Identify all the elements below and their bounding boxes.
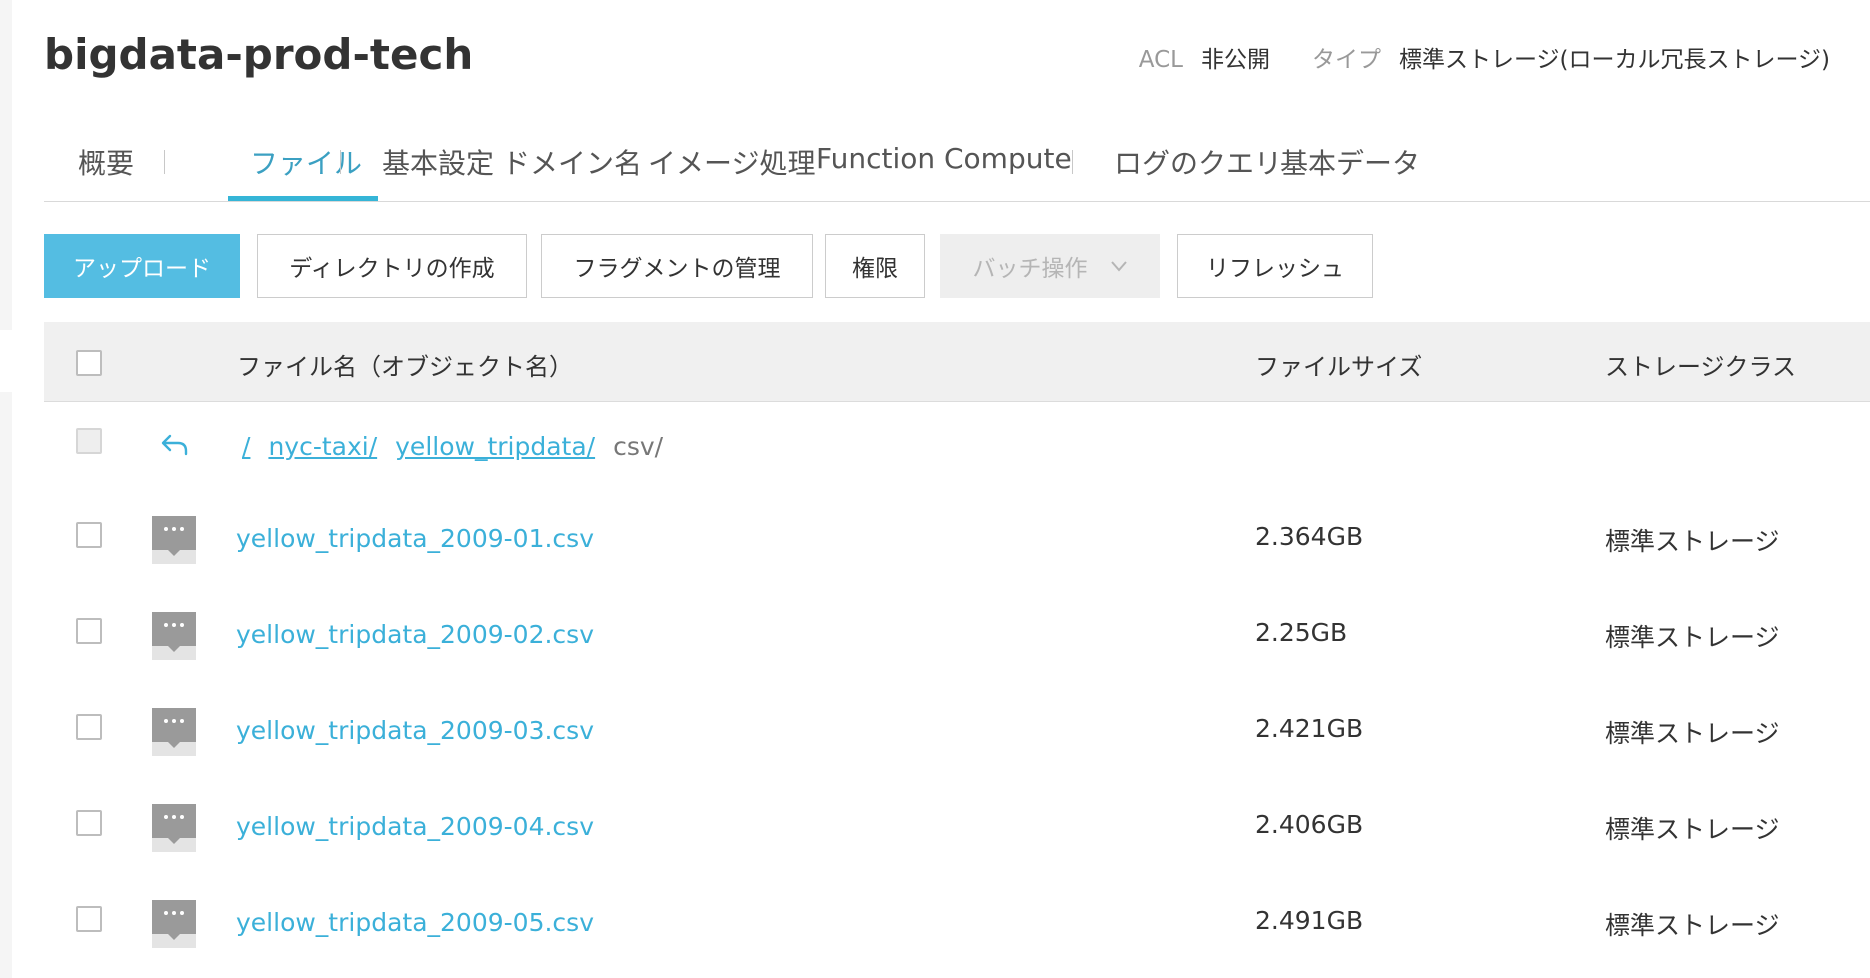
active-tab-indicator [228,196,378,201]
breadcrumb-current: csv/ [613,432,664,461]
file-size: 2.364GB [1255,522,1364,551]
tab-domain-names[interactable]: ドメイン名 [502,142,642,182]
table-row: yellow_tripdata_2009-05.csv 2.491GB 標準スト… [44,872,1870,968]
table-header: ファイル名（オブジェクト名） ファイルサイズ ストレージクラス [44,322,1870,402]
breadcrumb-nyc-taxi[interactable]: nyc-taxi/ [268,432,377,461]
file-icon [152,516,196,564]
row-checkbox[interactable] [76,810,102,836]
file-size: 2.421GB [1255,714,1364,743]
permissions-button[interactable]: 権限 [825,234,925,298]
upload-button[interactable]: アップロード [44,234,240,298]
chevron-down-icon [1110,261,1127,272]
tab-function-compute[interactable]: Function Compute [816,142,1072,175]
file-name-link[interactable]: yellow_tripdata_2009-03.csv [236,716,594,745]
manage-fragments-button[interactable]: フラグメントの管理 [541,234,813,298]
tab-basic-settings[interactable]: 基本設定 [382,142,494,182]
tab-overview[interactable]: 概要 [78,142,134,182]
storage-class: 標準ストレージ [1605,911,1780,940]
column-header-size: ファイルサイズ [1255,353,1423,381]
bucket-title: bigdata-prod-tech [44,30,474,79]
table-row: yellow_tripdata_2009-02.csv 2.25GB 標準ストレ… [44,584,1870,680]
path-row: / nyc-taxi/ yellow_tripdata/ csv/ [44,402,1870,488]
file-size: 2.406GB [1255,810,1364,839]
breadcrumb-yellow-tripdata[interactable]: yellow_tripdata/ [395,432,595,461]
acl-label: ACL [1138,47,1183,73]
table-row: yellow_tripdata_2009-03.csv 2.421GB 標準スト… [44,680,1870,776]
file-name-link[interactable]: yellow_tripdata_2009-05.csv [236,908,594,937]
type-label: タイプ [1311,47,1381,73]
tab-bar: 概要 ファイル 基本設定 ドメイン名 イメージ処理 Function Compu… [44,130,1870,202]
page-header: bigdata-prod-tech ACL 非公開 タイプ 標準ストレージ(ロー… [44,0,1870,110]
file-name-link[interactable]: yellow_tripdata_2009-04.csv [236,812,594,841]
column-header-name: ファイル名（オブジェクト名） [237,353,573,381]
file-size: 2.491GB [1255,906,1364,935]
file-table: ファイル名（オブジェクト名） ファイルサイズ ストレージクラス / nyc-ta… [44,322,1870,968]
batch-operations-button[interactable]: バッチ操作 [940,234,1160,298]
tab-separator [164,150,165,174]
table-row: yellow_tripdata_2009-04.csv 2.406GB 標準スト… [44,776,1870,872]
path-row-checkbox [76,428,102,454]
refresh-button[interactable]: リフレッシュ [1177,234,1373,298]
select-all-checkbox[interactable] [76,350,102,376]
storage-class: 標準ストレージ [1605,815,1780,844]
tab-image-processing[interactable]: イメージ処理 [648,142,815,182]
tab-basic-data[interactable]: 基本データ [1280,142,1420,182]
file-name-link[interactable]: yellow_tripdata_2009-02.csv [236,620,594,649]
bucket-page: bigdata-prod-tech ACL 非公開 タイプ 標準ストレージ(ロー… [44,0,1870,978]
breadcrumb-root[interactable]: / [242,432,250,461]
file-icon [152,900,196,948]
tab-log-query[interactable]: ログのクエリ [1114,142,1282,182]
storage-class: 標準ストレージ [1605,527,1780,556]
type-value: 標準ストレージ(ローカル冗長ストレージ) [1398,47,1830,73]
tab-separator [340,150,341,174]
column-header-storage-class: ストレージクラス [1605,353,1797,381]
row-checkbox[interactable] [76,906,102,932]
file-name-link[interactable]: yellow_tripdata_2009-01.csv [236,524,594,553]
toolbar: アップロード ディレクトリの作成 フラグメントの管理 権限 バッチ操作 リフレッ… [44,234,1870,298]
row-checkbox[interactable] [76,618,102,644]
row-checkbox[interactable] [76,714,102,740]
batch-operations-label: バッチ操作 [972,256,1088,282]
breadcrumb: / nyc-taxi/ yellow_tripdata/ csv/ [242,432,663,461]
acl-value: 非公開 [1200,47,1270,73]
left-nav-edge [0,0,12,978]
create-directory-button[interactable]: ディレクトリの作成 [257,234,527,298]
tab-files[interactable]: ファイル [250,142,362,182]
storage-class: 標準ストレージ [1605,623,1780,652]
back-arrow-icon[interactable] [160,432,190,458]
bucket-meta: ACL 非公開 タイプ 標準ストレージ(ローカル冗長ストレージ) [1139,40,1830,74]
file-icon [152,804,196,852]
storage-class: 標準ストレージ [1605,719,1780,748]
tab-separator [1072,150,1073,174]
file-icon [152,708,196,756]
row-checkbox[interactable] [76,522,102,548]
table-row: yellow_tripdata_2009-01.csv 2.364GB 標準スト… [44,488,1870,584]
file-size: 2.25GB [1255,618,1348,647]
file-icon [152,612,196,660]
